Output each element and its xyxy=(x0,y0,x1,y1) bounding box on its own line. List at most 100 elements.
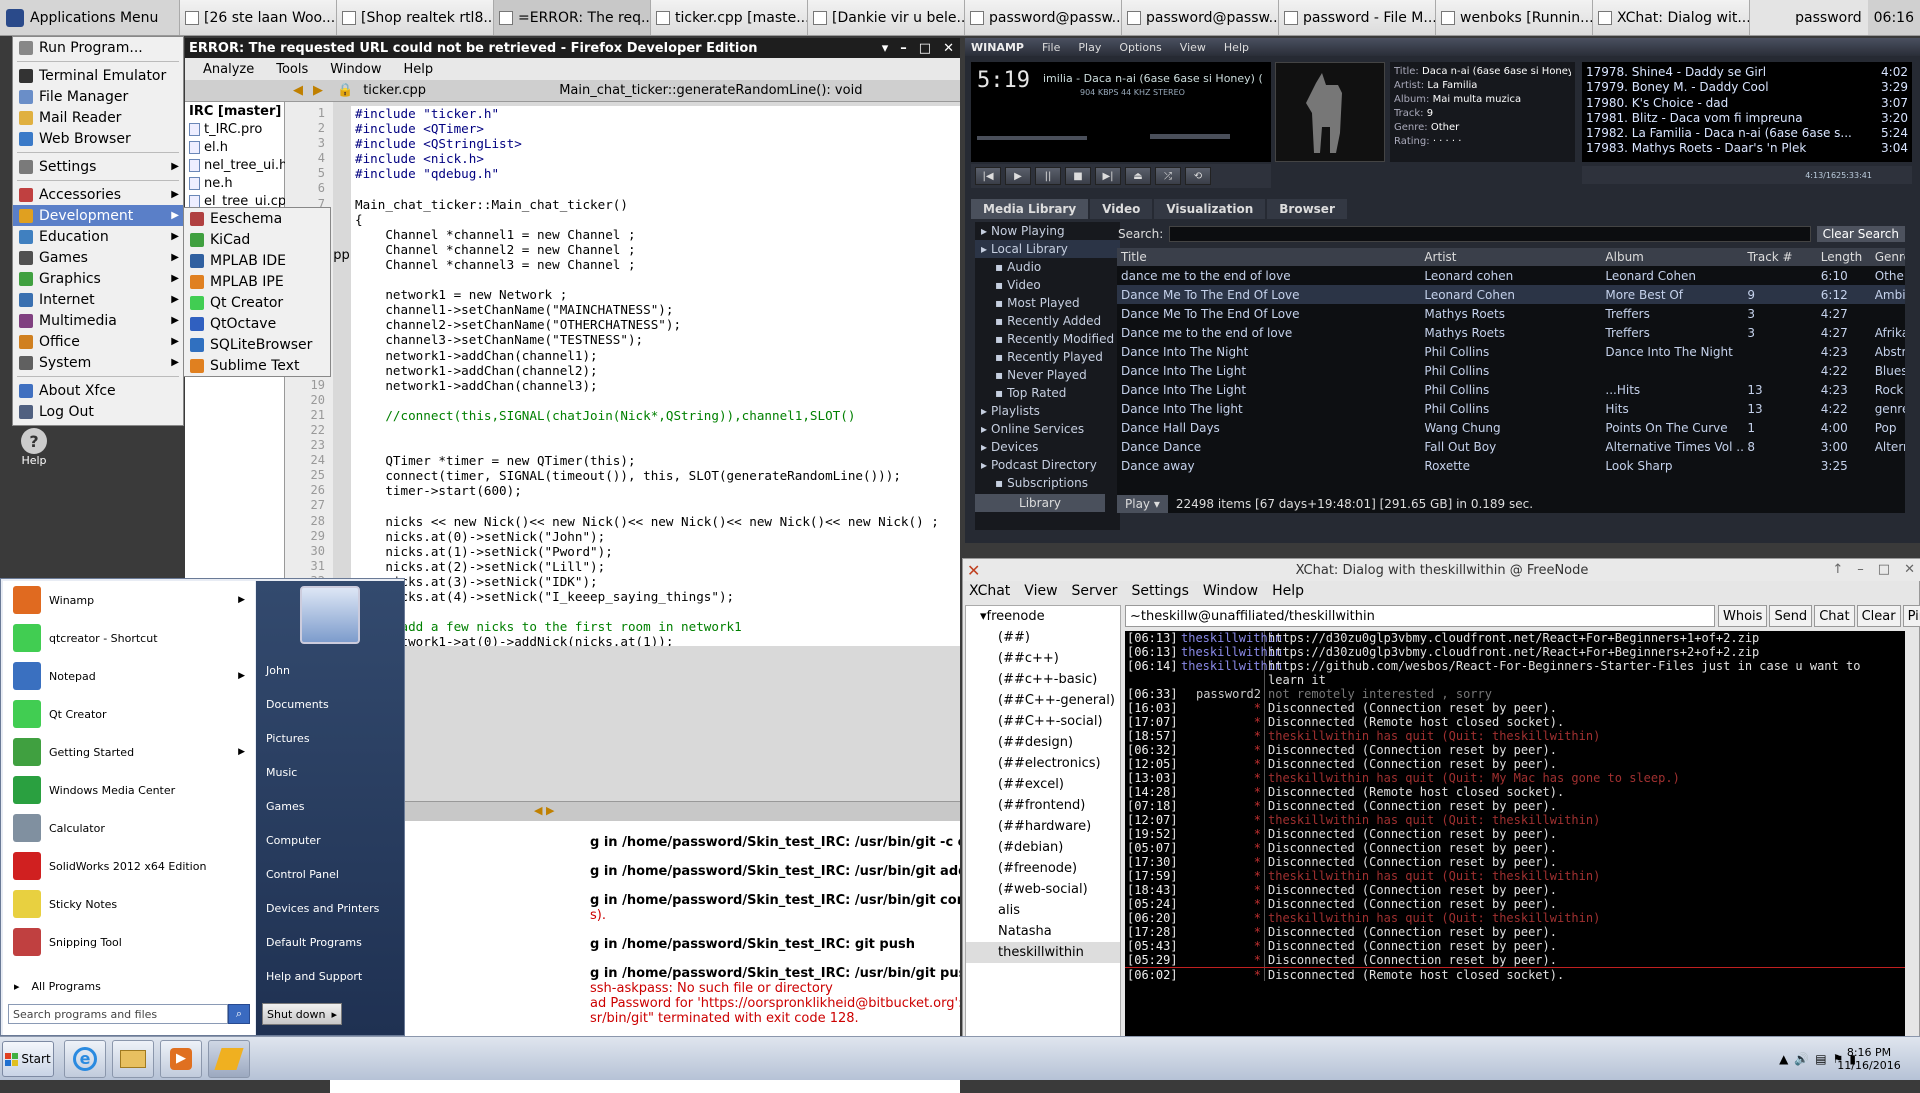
code-line[interactable]: { xyxy=(355,212,960,227)
tab-browser[interactable]: Browser xyxy=(1267,199,1347,219)
code-line[interactable] xyxy=(355,393,960,408)
search-icon[interactable]: ⌕ xyxy=(228,1004,250,1024)
window-task-button[interactable]: [26 ste laan Woo... xyxy=(180,0,337,35)
xchat-menu-item[interactable]: Server xyxy=(1072,583,1118,599)
eject-icon[interactable]: ⏏ xyxy=(1125,167,1151,185)
xchat-menu-item[interactable]: XChat xyxy=(969,583,1010,599)
code-line[interactable]: #include <QStringList> xyxy=(355,136,960,151)
media-player-icon[interactable]: ▶ xyxy=(160,1040,202,1078)
taskbar-clock[interactable]: 8:16 PM 11/16/2016 xyxy=(1834,1041,1904,1077)
chat-log[interactable]: [06:13] theskillwithin https://d30zu0glp3v… xyxy=(1125,631,1905,1045)
library-tree-item[interactable]: ▸ Online Services xyxy=(975,420,1120,438)
winamp-menu-item[interactable]: Options xyxy=(1119,41,1161,54)
project-file[interactable]: nel_tree_ui.h xyxy=(185,156,287,174)
winamp-menu-item[interactable]: Help xyxy=(1224,41,1249,54)
channel-tree-item[interactable]: (##excel) xyxy=(966,774,1120,795)
forward-icon[interactable]: ▶ xyxy=(313,83,323,98)
column-header[interactable]: Track # xyxy=(1743,248,1816,266)
table-row[interactable]: Dance away Roxette Look Sharp 3:25 xyxy=(1117,456,1905,475)
library-tree-item[interactable]: ▪ Recently Added xyxy=(975,312,1120,330)
close-icon[interactable]: ✕ xyxy=(943,41,954,56)
code-line[interactable]: Channel *channel2 = new Channel ; xyxy=(355,242,960,257)
start-search-input[interactable]: Search programs and files xyxy=(8,1004,228,1024)
menu-item-file-manager[interactable]: File Manager xyxy=(13,86,183,107)
channel-tree-item[interactable]: (##frontend) xyxy=(966,795,1120,816)
start-place-item[interactable]: Control Panel xyxy=(256,857,404,891)
channel-tree-item[interactable]: (##c++-basic) xyxy=(966,669,1120,690)
code-line[interactable]: nicks.at(0)->setNick("John"); xyxy=(355,529,960,544)
start-program-item[interactable]: qtcreator - Shortcut xyxy=(3,619,255,657)
chat-button[interactable]: Chat xyxy=(1814,605,1855,627)
pause-icon[interactable]: || xyxy=(1035,167,1061,185)
shuffle-icon[interactable]: ⤮ xyxy=(1155,167,1181,185)
code-line[interactable] xyxy=(355,272,960,287)
code-line[interactable]: channel3->setChanName("TESTNESS"); xyxy=(355,332,960,347)
winamp-task-icon[interactable] xyxy=(208,1040,250,1078)
code-line[interactable] xyxy=(355,181,960,196)
start-program-item[interactable]: Qt Creator xyxy=(3,695,255,733)
open-file-selector[interactable]: ticker.cpp xyxy=(363,83,543,98)
window-task-button[interactable]: XChat: Dialog wit... xyxy=(1593,0,1750,35)
table-row[interactable]: Dance Me To The End Of Love Leonard Cohen… xyxy=(1117,285,1905,304)
start-program-item[interactable]: Getting Started ▶ xyxy=(3,733,255,771)
stop-icon[interactable]: ■ xyxy=(1065,167,1091,185)
jumplist-arrow-icon[interactable]: ▶ xyxy=(238,595,245,605)
menu-item-accessories[interactable]: Accessories ▶ xyxy=(13,184,183,205)
library-tree-item[interactable]: ▪ Recently Modified xyxy=(975,330,1120,348)
shutdown-button[interactable]: Shut down ▸ xyxy=(262,1003,342,1025)
start-button[interactable]: Start xyxy=(2,1041,54,1077)
maximize-icon[interactable]: □ xyxy=(1878,562,1890,577)
next-icon[interactable]: ▶| xyxy=(1095,167,1121,185)
code-line[interactable] xyxy=(355,438,960,453)
playlist-item[interactable]: 17981. Blitz - Daca vom fi impreuna 3:20 xyxy=(1586,111,1908,126)
start-place-item[interactable]: Music xyxy=(256,755,404,789)
project-root[interactable]: IRC [master] xyxy=(185,102,284,120)
window-task-button[interactable]: =ERROR: The req... xyxy=(494,0,651,35)
channel-tree-item[interactable]: (#web-social) xyxy=(966,879,1120,900)
code-line[interactable]: //add a few nicks to the first room in n… xyxy=(355,619,960,634)
table-row[interactable]: Dance Me To The End Of Love Mathys Roets T… xyxy=(1117,304,1905,323)
network-icon[interactable]: ▤ xyxy=(1815,1052,1826,1066)
qt-menu-item[interactable]: Analyze xyxy=(203,62,254,77)
window-task-button[interactable]: wenboks [Runnin... xyxy=(1436,0,1593,35)
project-file[interactable]: ne.h xyxy=(185,174,284,192)
library-tree-item[interactable]: ▸ Podcast Directory xyxy=(975,456,1120,474)
user-avatar[interactable] xyxy=(300,586,360,644)
tab-media-library[interactable]: Media Library xyxy=(971,199,1089,219)
channel-tree-item[interactable]: (##c++) xyxy=(966,648,1120,669)
submenu-item-kicad[interactable]: KiCad xyxy=(184,229,330,250)
internet-explorer-icon[interactable]: e xyxy=(64,1040,106,1078)
library-tree-item[interactable]: ▪ Top Rated xyxy=(975,384,1120,402)
menu-item-log-out[interactable]: Log Out xyxy=(13,401,183,422)
jumplist-arrow-icon[interactable]: ▶ xyxy=(238,747,245,757)
start-program-item[interactable]: Calculator xyxy=(3,809,255,847)
channel-tree-item[interactable]: (##) xyxy=(966,627,1120,648)
back-icon[interactable]: ◀ xyxy=(293,83,303,98)
window-task-button[interactable]: password - File M... xyxy=(1279,0,1436,35)
start-program-item[interactable]: Winamp ▶ xyxy=(3,581,255,619)
tray-expand-icon[interactable]: ▲ xyxy=(1779,1052,1788,1066)
playlist-item[interactable]: 17982. La Familia - Daca n-ai (6ase 6ase… xyxy=(1586,126,1908,141)
channel-tree-item[interactable]: Natasha xyxy=(966,921,1120,942)
library-tree-item[interactable]: ▪ Recently Played xyxy=(975,348,1120,366)
column-header[interactable]: Length xyxy=(1817,248,1871,266)
qt-menu-item[interactable]: Window xyxy=(330,62,381,77)
code-line[interactable] xyxy=(355,498,960,513)
repeat-icon[interactable]: ⟲ xyxy=(1185,167,1211,185)
playback-time[interactable]: 5:19 xyxy=(977,68,1030,93)
channel-tree-item[interactable]: alis xyxy=(966,900,1120,921)
minimize-icon[interactable]: – xyxy=(1857,562,1864,577)
submenu-item-eeschema[interactable]: Eeschema xyxy=(184,208,330,229)
playlist-item[interactable]: 17980. K's Choice - dad 3:07 xyxy=(1586,96,1908,111)
play-button[interactable]: Play ▾ xyxy=(1117,495,1168,513)
menu-item-run-program[interactable]: Run Program... xyxy=(13,37,183,58)
ping-button[interactable]: Ping xyxy=(1902,605,1920,627)
clear-button[interactable]: Clear xyxy=(1856,605,1901,627)
start-place-item[interactable]: Devices and Printers xyxy=(256,891,404,925)
code-line[interactable]: nicks.at(2)->setNick("Lill"); xyxy=(355,559,960,574)
library-tree-item[interactable]: ▪ Never Played xyxy=(975,366,1120,384)
library-tree-item[interactable]: ▪ Audio xyxy=(975,258,1120,276)
start-program-item[interactable]: Snipping Tool xyxy=(3,923,255,961)
menu-item-about-xfce[interactable]: About Xfce xyxy=(13,380,183,401)
library-tree-item[interactable]: ▸ Local Library xyxy=(975,240,1120,258)
